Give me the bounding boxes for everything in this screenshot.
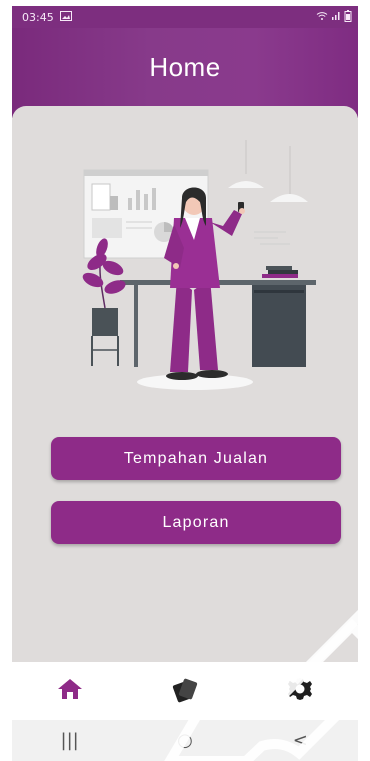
office-illustration bbox=[82, 140, 316, 390]
status-bar: 03:45 bbox=[12, 6, 358, 28]
image-icon bbox=[59, 10, 72, 24]
battery-icon bbox=[344, 9, 352, 25]
cards-icon bbox=[169, 673, 201, 709]
nav-cards[interactable] bbox=[163, 669, 207, 713]
app-screen: 03:45 Home Tempahan Jualan Laporan ||| ○… bbox=[0, 0, 370, 761]
status-left: 03:45 bbox=[22, 10, 72, 24]
signal-icon bbox=[331, 11, 341, 24]
page-title: Home bbox=[149, 52, 221, 82]
android-navigation-bar: ||| ○ < bbox=[12, 720, 358, 761]
status-time: 03:45 bbox=[22, 10, 54, 24]
home-icon bbox=[56, 677, 84, 705]
recents-button[interactable]: ||| bbox=[50, 729, 90, 753]
app-header: Home bbox=[12, 28, 358, 118]
nav-settings[interactable] bbox=[278, 669, 322, 713]
bottom-navigation bbox=[12, 662, 358, 720]
wifi-icon bbox=[316, 11, 328, 24]
back-button[interactable]: < bbox=[280, 729, 320, 753]
home-content: Tempahan Jualan Laporan bbox=[12, 106, 358, 662]
status-right bbox=[316, 9, 352, 25]
settings-icon bbox=[286, 675, 314, 707]
laporan-button[interactable]: Laporan bbox=[51, 501, 341, 544]
home-button[interactable]: ○ bbox=[165, 729, 205, 753]
nav-home[interactable] bbox=[48, 669, 92, 713]
tempahan-jualan-button[interactable]: Tempahan Jualan bbox=[51, 437, 341, 480]
